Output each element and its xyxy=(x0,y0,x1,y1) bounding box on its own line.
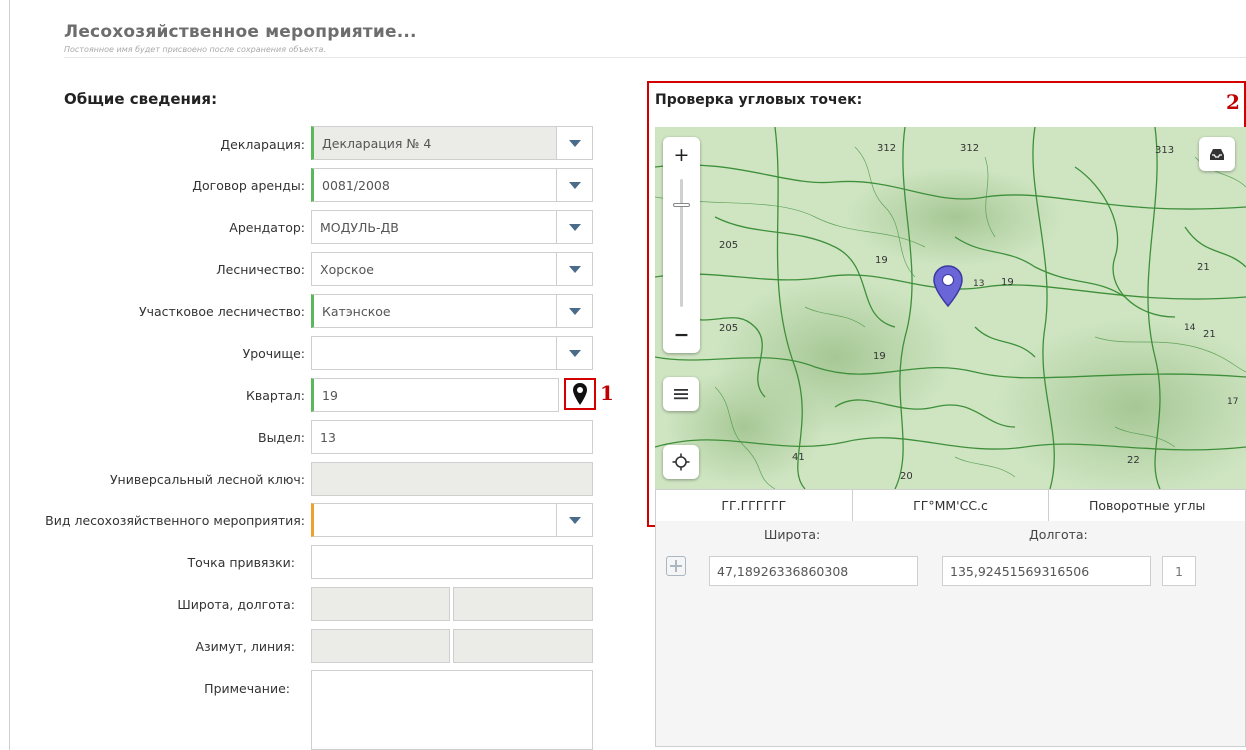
anchor-point-label: Точка привязки: xyxy=(187,555,295,570)
map-label: 19 xyxy=(873,351,886,362)
point-longitude-input[interactable]: 135,92451569316506 xyxy=(942,556,1151,586)
district-select[interactable]: Катэнское xyxy=(311,294,557,328)
lease-select[interactable]: 0081/2008 xyxy=(311,168,557,202)
activity-type-dropdown-button[interactable] xyxy=(557,503,593,537)
map-label: 20 xyxy=(900,471,913,482)
page-subtitle: Постоянное имя будет присвоено после сох… xyxy=(64,45,326,54)
latitude-field xyxy=(311,587,450,621)
note-label: Примечание: xyxy=(204,681,290,696)
note-textarea[interactable] xyxy=(311,670,593,750)
annotation-2: 2 xyxy=(1226,90,1240,114)
corner-check-title: Проверка угловых точек: xyxy=(655,92,863,108)
activity-type-label: Вид лесохозяйственного мероприятия: xyxy=(45,513,305,528)
tenant-label: Арендатор: xyxy=(229,220,305,235)
azimuth-line-label: Азимут, линия: xyxy=(195,639,295,654)
declaration-dropdown-button[interactable] xyxy=(557,126,593,160)
map-label: 21 xyxy=(1197,262,1210,273)
chevron-down-icon xyxy=(568,349,581,357)
district-dropdown-button[interactable] xyxy=(557,294,593,328)
map-label: 22 xyxy=(1127,455,1140,466)
zoom-slider-track[interactable] xyxy=(680,179,683,307)
map-label: 21 xyxy=(1203,329,1216,340)
chevron-down-icon xyxy=(568,223,581,231)
allotment-label: Выдел: xyxy=(258,430,305,445)
azimuth-field xyxy=(311,629,450,663)
point-index: 1 xyxy=(1162,556,1196,586)
forest-key-field xyxy=(311,462,593,496)
map-label: 312 xyxy=(877,143,897,154)
activity-type-select[interactable] xyxy=(311,503,557,537)
forest-key-label: Универсальный лесной ключ: xyxy=(109,472,305,487)
forestry-dropdown-button[interactable] xyxy=(557,252,593,286)
annotation-1: 1 xyxy=(600,381,614,405)
tenant-dropdown-button[interactable] xyxy=(557,210,593,244)
quarter-field[interactable]: 19 xyxy=(311,378,559,412)
map-label: 17 xyxy=(1227,397,1239,407)
map-label: 312 xyxy=(960,143,980,154)
page-title: Лесохозяйственное мероприятие... xyxy=(64,22,417,42)
menu-icon xyxy=(674,389,688,400)
longitude-field xyxy=(453,587,593,621)
map-label: 19 xyxy=(1001,277,1014,288)
header-divider xyxy=(64,57,1246,58)
map-label: 19 xyxy=(875,255,888,266)
crosshair-icon xyxy=(672,453,690,471)
forestry-label: Лесничество: xyxy=(216,262,305,277)
plus-icon xyxy=(670,560,682,572)
forestry-select[interactable]: Хорское xyxy=(311,252,557,286)
map-label: 205 xyxy=(719,240,739,251)
zoom-control: + − xyxy=(663,137,700,353)
longitude-header: Долгота: xyxy=(1029,527,1088,542)
lease-label: Договор аренды: xyxy=(192,178,305,193)
district-label: Участковое лесничество: xyxy=(139,304,305,319)
declaration-label: Декларация: xyxy=(220,137,305,152)
map-label: 205 xyxy=(719,323,739,334)
map-canvas xyxy=(655,127,1246,489)
form-page: Лесохозяйственное мероприятие... Постоян… xyxy=(0,0,1246,750)
allotment-field[interactable]: 13 xyxy=(311,420,593,454)
inbox-button[interactable] xyxy=(1199,137,1235,171)
tab-decimal-degrees[interactable]: ГГ.ГГГГГГ xyxy=(655,490,853,521)
map-label: 41 xyxy=(792,452,805,463)
map-label: 313 xyxy=(1155,145,1175,156)
chevron-down-icon xyxy=(568,265,581,273)
tract-label: Урочище: xyxy=(242,346,305,361)
zoom-in-button[interactable]: + xyxy=(663,139,700,171)
point-latitude-input[interactable]: 47,18926336860308 xyxy=(709,556,918,586)
layers-menu-button[interactable] xyxy=(663,377,699,411)
tab-dms[interactable]: ГГ°ММ'СС.с xyxy=(852,490,1050,521)
coordinates-panel: Широта: Долгота: 47,18926336860308 135,9… xyxy=(655,521,1246,747)
tract-dropdown-button[interactable] xyxy=(557,336,593,370)
quarter-label: Квартал: xyxy=(246,388,305,403)
chevron-down-icon xyxy=(568,181,581,189)
left-divider xyxy=(9,0,10,750)
chevron-down-icon xyxy=(568,307,581,315)
coordinate-format-tabs: ГГ.ГГГГГГ ГГ°ММ'СС.с Поворотные углы xyxy=(655,489,1246,521)
zoom-slider-thumb[interactable] xyxy=(673,202,690,207)
locate-button[interactable] xyxy=(663,445,699,479)
chevron-down-icon xyxy=(568,139,581,147)
map-pin-icon xyxy=(573,383,587,405)
line-field xyxy=(453,629,593,663)
locate-quarter-button[interactable] xyxy=(564,378,596,410)
inbox-icon xyxy=(1210,149,1224,160)
tract-select[interactable] xyxy=(311,336,557,370)
lat-lon-label: Широта, долгота: xyxy=(177,597,295,612)
declaration-select[interactable]: Декларация № 4 xyxy=(311,126,557,160)
lease-dropdown-button[interactable] xyxy=(557,168,593,202)
location-marker-icon[interactable] xyxy=(932,265,964,307)
general-section-title: Общие сведения: xyxy=(64,90,218,108)
map-label: 13 xyxy=(973,279,985,289)
zoom-out-button[interactable]: − xyxy=(663,319,700,351)
latitude-header: Широта: xyxy=(764,527,821,542)
map-label: 14 xyxy=(1184,323,1196,333)
forest-map[interactable]: 312 312 313 205 205 19 19 19 21 21 41 22… xyxy=(655,127,1246,489)
chevron-down-icon xyxy=(568,516,581,524)
anchor-point-field[interactable] xyxy=(311,545,593,579)
tab-turning-angles[interactable]: Поворотные углы xyxy=(1049,490,1246,521)
add-point-button[interactable] xyxy=(666,556,686,576)
tenant-select[interactable]: МОДУЛЬ-ДВ xyxy=(311,210,557,244)
